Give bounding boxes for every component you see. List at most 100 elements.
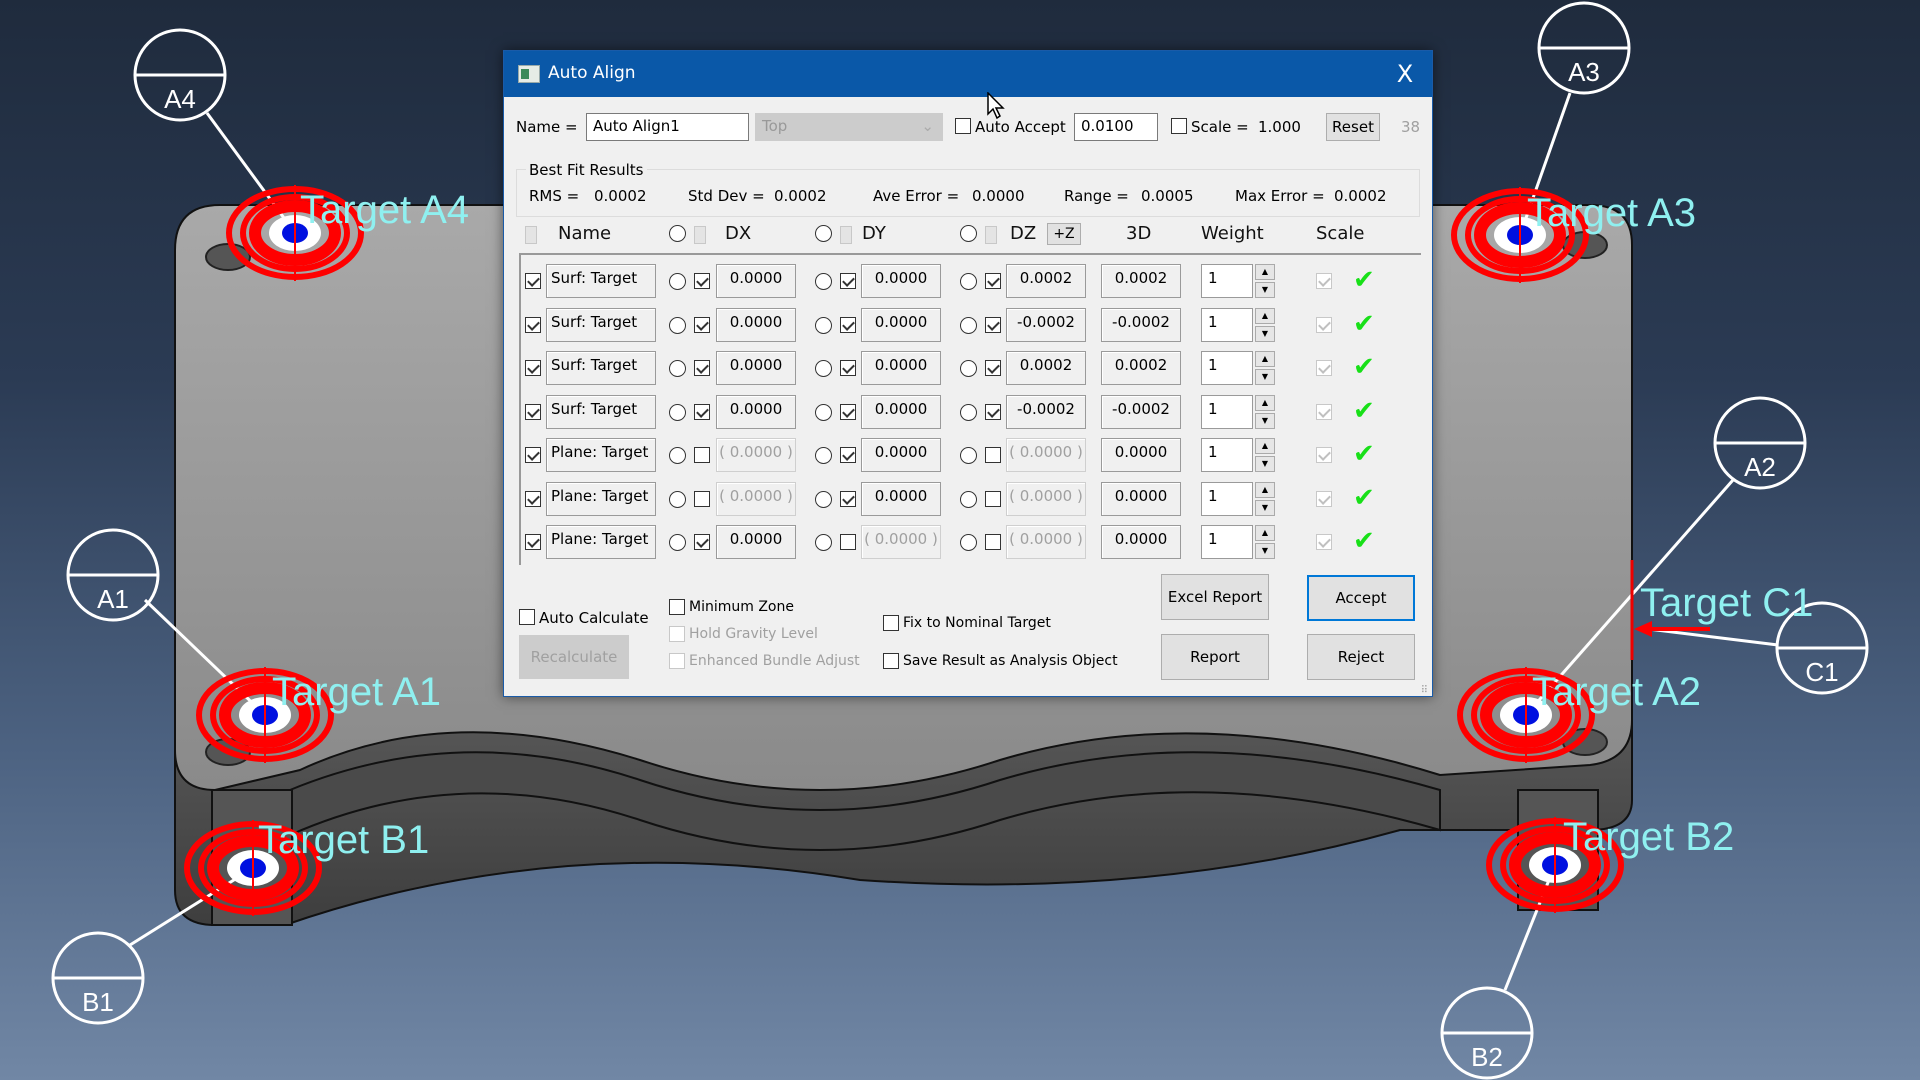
weight-stepper[interactable]: 1 ▲ ▼ bbox=[1201, 351, 1275, 385]
dx-checkbox[interactable] bbox=[694, 360, 710, 376]
spin-down-icon[interactable]: ▼ bbox=[1255, 412, 1275, 429]
dx-header-checkbox[interactable] bbox=[694, 226, 706, 244]
weight-value[interactable]: 1 bbox=[1201, 394, 1253, 429]
excel-report-button[interactable]: Excel Report bbox=[1161, 574, 1269, 620]
dx-radio[interactable] bbox=[669, 360, 686, 377]
dy-checkbox[interactable] bbox=[840, 490, 856, 507]
scale-checkbox[interactable] bbox=[1316, 316, 1332, 333]
spin-up-icon[interactable]: ▲ bbox=[1255, 438, 1275, 454]
weight-value[interactable]: 1 bbox=[1201, 307, 1253, 342]
row-enable-checkbox[interactable] bbox=[525, 316, 541, 333]
recalculate-button[interactable]: Recalculate bbox=[519, 635, 629, 679]
weight-stepper[interactable]: 1 ▲ ▼ bbox=[1201, 264, 1275, 298]
weight-value[interactable]: 1 bbox=[1201, 264, 1253, 298]
dx-checkbox[interactable] bbox=[694, 490, 710, 507]
dz-radio[interactable] bbox=[960, 316, 977, 334]
dy-radio[interactable] bbox=[815, 447, 832, 464]
dx-checkbox[interactable] bbox=[694, 534, 710, 550]
dx-radio[interactable] bbox=[669, 490, 686, 508]
weight-stepper[interactable]: 1 ▲ ▼ bbox=[1201, 525, 1275, 559]
dz-header-radio[interactable] bbox=[960, 225, 977, 242]
dz-checkbox[interactable] bbox=[985, 447, 1001, 463]
spin-down-icon[interactable]: ▼ bbox=[1255, 369, 1275, 385]
dz-checkbox[interactable] bbox=[985, 360, 1001, 376]
dy-checkbox[interactable] bbox=[840, 360, 856, 376]
dz-radio[interactable] bbox=[960, 534, 977, 551]
spin-up-icon[interactable]: ▲ bbox=[1255, 394, 1275, 411]
dy-checkbox[interactable] bbox=[840, 403, 856, 420]
dz-header-checkbox[interactable] bbox=[985, 226, 997, 244]
auto-calculate-checkbox[interactable] bbox=[519, 609, 535, 625]
row-enable-checkbox[interactable] bbox=[525, 360, 541, 376]
plus-z-button[interactable]: +Z bbox=[1047, 223, 1081, 245]
scale-checkbox[interactable] bbox=[1316, 403, 1332, 420]
weight-stepper[interactable]: 1 ▲ ▼ bbox=[1201, 307, 1275, 342]
dy-radio[interactable] bbox=[815, 316, 832, 334]
fix-nominal-target-checkbox[interactable] bbox=[883, 615, 899, 631]
dy-header-radio[interactable] bbox=[815, 225, 832, 242]
weight-value[interactable]: 1 bbox=[1201, 438, 1253, 472]
title-bar[interactable]: Auto Align X bbox=[504, 51, 1432, 97]
spin-down-icon[interactable]: ▼ bbox=[1255, 456, 1275, 472]
row-enable-checkbox[interactable] bbox=[525, 490, 541, 507]
name-input[interactable]: Auto Align1 bbox=[586, 113, 749, 141]
dx-radio[interactable] bbox=[669, 316, 686, 334]
spin-up-icon[interactable]: ▲ bbox=[1255, 264, 1275, 280]
dy-radio[interactable] bbox=[815, 360, 832, 377]
dx-radio[interactable] bbox=[669, 447, 686, 464]
spin-down-icon[interactable]: ▼ bbox=[1255, 282, 1275, 298]
weight-stepper[interactable]: 1 ▲ ▼ bbox=[1201, 394, 1275, 429]
weight-value[interactable]: 1 bbox=[1201, 525, 1253, 559]
dz-checkbox[interactable] bbox=[985, 403, 1001, 420]
row-enable-checkbox[interactable] bbox=[525, 403, 541, 420]
enhanced-bundle-adjust-checkbox[interactable] bbox=[669, 653, 685, 669]
dz-radio[interactable] bbox=[960, 490, 977, 508]
dz-radio[interactable] bbox=[960, 360, 977, 377]
dz-radio[interactable] bbox=[960, 447, 977, 464]
dy-checkbox[interactable] bbox=[840, 273, 856, 289]
dy-header-checkbox[interactable] bbox=[840, 226, 852, 244]
reject-button[interactable]: Reject bbox=[1307, 634, 1415, 680]
dz-radio[interactable] bbox=[960, 273, 977, 290]
dz-checkbox[interactable] bbox=[985, 490, 1001, 507]
dz-checkbox[interactable] bbox=[985, 534, 1001, 550]
scale-checkbox[interactable] bbox=[1316, 534, 1332, 550]
report-button[interactable]: Report bbox=[1161, 634, 1269, 680]
minimum-zone-checkbox[interactable] bbox=[669, 599, 685, 615]
accept-button[interactable]: Accept bbox=[1307, 575, 1415, 621]
view-select[interactable]: Top ⌄ bbox=[755, 113, 943, 141]
scale-checkbox[interactable] bbox=[1316, 360, 1332, 376]
dx-checkbox[interactable] bbox=[694, 447, 710, 463]
dy-checkbox[interactable] bbox=[840, 534, 856, 550]
row-enable-checkbox[interactable] bbox=[525, 447, 541, 463]
row-enable-checkbox[interactable] bbox=[525, 273, 541, 289]
weight-stepper[interactable]: 1 ▲ ▼ bbox=[1201, 481, 1275, 516]
weight-stepper[interactable]: 1 ▲ ▼ bbox=[1201, 438, 1275, 472]
scale-checkbox[interactable] bbox=[1316, 490, 1332, 507]
dy-checkbox[interactable] bbox=[840, 447, 856, 463]
save-result-checkbox[interactable] bbox=[883, 653, 899, 669]
dx-checkbox[interactable] bbox=[694, 273, 710, 289]
spin-up-icon[interactable]: ▲ bbox=[1255, 307, 1275, 324]
spin-down-icon[interactable]: ▼ bbox=[1255, 499, 1275, 516]
dy-radio[interactable] bbox=[815, 403, 832, 421]
dx-radio[interactable] bbox=[669, 403, 686, 421]
weight-value[interactable]: 1 bbox=[1201, 481, 1253, 516]
dx-checkbox[interactable] bbox=[694, 316, 710, 333]
reset-button[interactable]: Reset bbox=[1326, 113, 1380, 141]
dz-radio[interactable] bbox=[960, 403, 977, 421]
spin-up-icon[interactable]: ▲ bbox=[1255, 481, 1275, 498]
spin-up-icon[interactable]: ▲ bbox=[1255, 525, 1275, 541]
dz-checkbox[interactable] bbox=[985, 273, 1001, 289]
resize-grip-icon[interactable]: ⠿ bbox=[1421, 685, 1428, 696]
scale-checkbox[interactable] bbox=[1316, 273, 1332, 289]
weight-value[interactable]: 1 bbox=[1201, 351, 1253, 385]
dx-header-radio[interactable] bbox=[669, 225, 686, 242]
close-button[interactable]: X bbox=[1390, 59, 1420, 89]
dy-radio[interactable] bbox=[815, 534, 832, 551]
dy-radio[interactable] bbox=[815, 490, 832, 508]
spin-down-icon[interactable]: ▼ bbox=[1255, 325, 1275, 342]
spin-down-icon[interactable]: ▼ bbox=[1255, 543, 1275, 559]
dx-radio[interactable] bbox=[669, 534, 686, 551]
dx-radio[interactable] bbox=[669, 273, 686, 290]
